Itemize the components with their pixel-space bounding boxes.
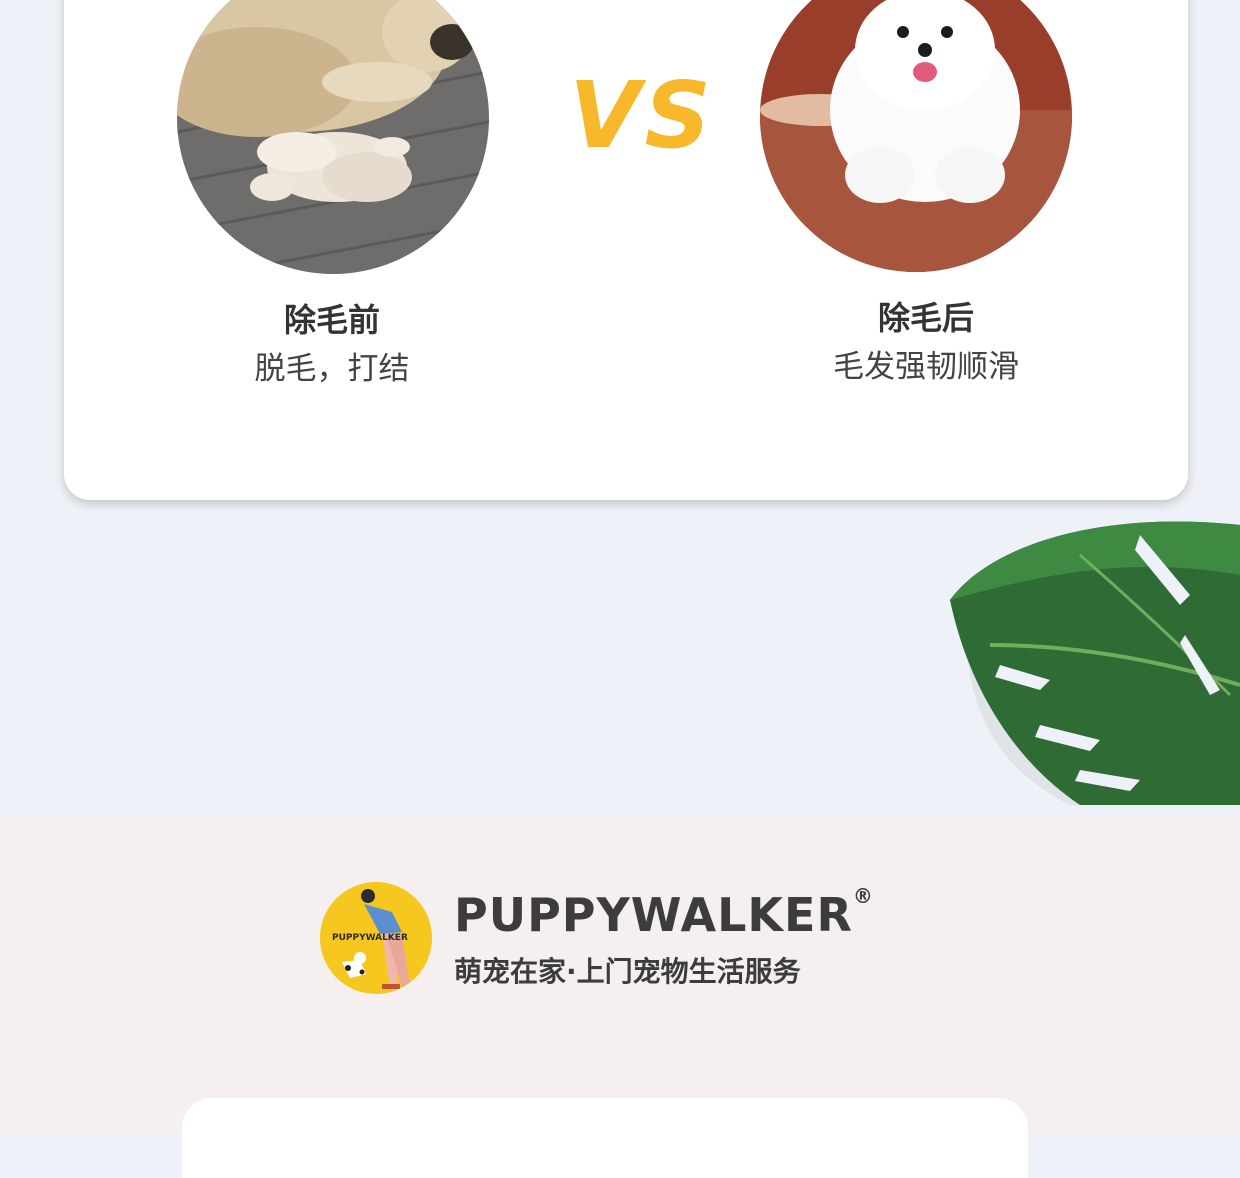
registered-mark: ®	[852, 884, 874, 908]
before-photo	[177, 0, 489, 274]
next-card	[182, 1098, 1028, 1178]
logo-text: PUPPYWALKER	[332, 933, 408, 943]
before-title: 除毛前	[283, 301, 380, 339]
monstera-leaf-icon	[930, 515, 1240, 815]
brand-name-text: PUPPYWALKER	[454, 888, 853, 942]
brand-name: PUPPYWALKER®	[454, 884, 874, 942]
before-description: 脱毛，打结	[254, 351, 410, 387]
brand-block: PUPPYWALKER PUPPYWALKER® 萌宠在家·上门宠物生活服务	[320, 880, 920, 1000]
brand-logo: PUPPYWALKER	[320, 882, 432, 994]
after-caption: 除毛后 毛发强韧顺滑	[766, 298, 1086, 390]
before-caption: 除毛前 脱毛，打结	[172, 300, 492, 392]
after-photo	[760, 0, 1072, 272]
comparison-card: VS 除毛前 脱毛，打结 除毛后 毛发强韧顺滑	[64, 0, 1188, 500]
vs-label: VS	[569, 62, 715, 169]
after-title: 除毛后	[877, 299, 974, 337]
brand-tagline: 萌宠在家·上门宠物生活服务	[454, 955, 801, 988]
after-description: 毛发强韧顺滑	[833, 349, 1019, 385]
